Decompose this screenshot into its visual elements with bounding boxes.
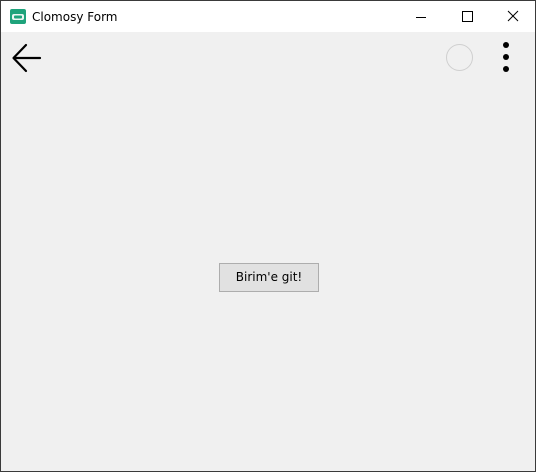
window-title: Clomosy Form <box>32 10 118 24</box>
back-button[interactable] <box>10 42 44 76</box>
maximize-icon <box>462 11 473 22</box>
status-circle-icon <box>446 44 473 71</box>
app-window: Clomosy Form Birim'e git! <box>0 0 536 472</box>
title-bar[interactable]: Clomosy Form <box>1 1 535 32</box>
close-button[interactable] <box>490 1 535 32</box>
close-icon <box>507 10 519 22</box>
app-icon <box>10 9 26 24</box>
arrow-left-icon <box>12 43 42 73</box>
more-vertical-icon <box>503 42 509 72</box>
maximize-button[interactable] <box>444 1 490 32</box>
more-menu-button[interactable] <box>497 40 515 76</box>
goto-unit-button[interactable]: Birim'e git! <box>219 263 319 292</box>
minimize-icon <box>416 17 426 18</box>
minimize-button[interactable] <box>398 1 444 32</box>
